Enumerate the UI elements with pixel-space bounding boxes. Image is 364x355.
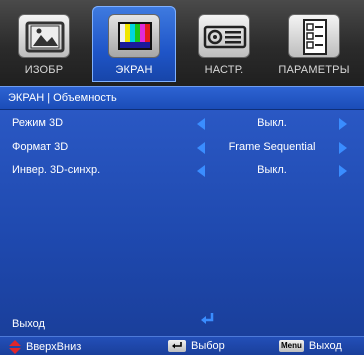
setting-row-3d-sync-invert[interactable]: Инвер. 3D-синхр. Выкл. [0,160,364,182]
tab-label: ПАРАМЕТРЫ [278,64,350,76]
arrow-left-icon[interactable] [197,165,205,177]
setting-row-3d-format[interactable]: Формат 3D Frame Sequential [0,137,364,159]
setting-value: Frame Sequential [228,141,316,153]
tab-label: ЭКРАН [115,64,153,76]
projector-settings-icon [198,14,250,58]
footer-exit-label: Выход [308,340,342,352]
tab-picture[interactable]: ИЗОБР [2,6,86,82]
updown-icon [9,340,21,354]
arrow-left-icon[interactable] [197,118,205,130]
footer-select: Выбор [168,340,225,352]
footer-hints: ВверхВниз Выбор Menu Выход [0,336,364,355]
menu-tab-bar: ИЗОБР ЭКРАН НАСТР. ПАРАМЕТРЫ [0,0,364,86]
tab-setup[interactable]: НАСТР. [182,6,266,82]
options-list-icon [288,14,340,58]
arrow-right-icon[interactable] [339,118,347,130]
breadcrumb: ЭКРАН | Объемность [0,86,364,110]
setting-label: Формат 3D [12,141,69,153]
setting-row-3d-mode[interactable]: Режим 3D Выкл. [0,113,364,135]
setting-label: Инвер. 3D-синхр. [12,164,101,176]
enter-key-icon [168,340,186,352]
tab-options[interactable]: ПАРАМЕТРЫ [272,6,356,82]
setting-value: Выкл. [257,117,287,129]
arrow-right-icon[interactable] [339,142,347,154]
tab-screen[interactable]: ЭКРАН [92,6,176,82]
arrow-right-icon[interactable] [339,165,347,177]
footer-select-label: Выбор [191,340,225,352]
picture-icon [18,14,70,58]
enter-icon[interactable] [199,311,215,327]
setting-label: Режим 3D [12,117,64,129]
exit-item[interactable]: Выход [12,318,45,330]
tab-label: НАСТР. [204,64,244,76]
screen-color-bars-icon [108,14,160,58]
footer-updown: ВверхВниз [8,340,81,354]
arrow-left-icon[interactable] [197,142,205,154]
footer-exit: Menu Выход [279,340,342,352]
footer-updown-label: ВверхВниз [26,341,82,353]
setting-value: Выкл. [257,164,287,176]
menu-key-icon: Menu [279,340,304,352]
tab-label: ИЗОБР [24,64,64,76]
